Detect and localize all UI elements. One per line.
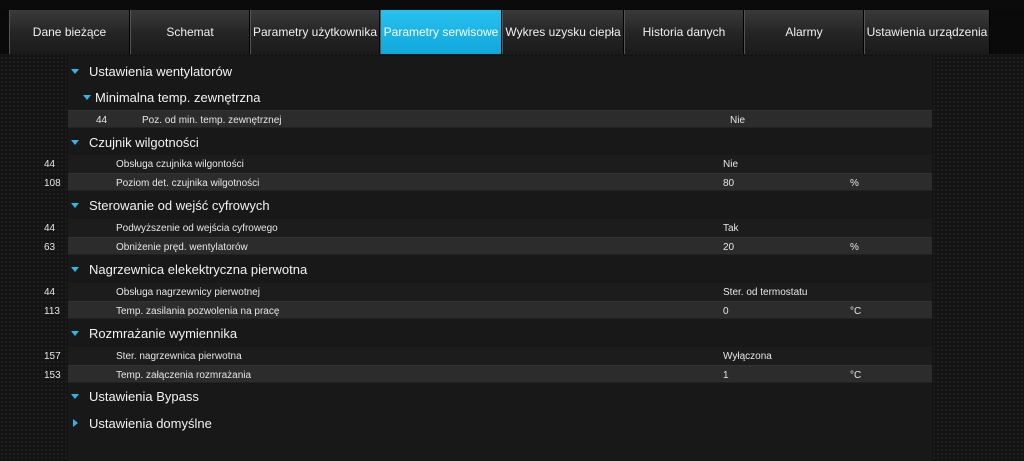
section-title: Sterowanie od wejść cyfrowych bbox=[89, 197, 270, 213]
param-name: Temp. załączenia rozmrażania bbox=[116, 370, 252, 381]
param-unit: % bbox=[850, 178, 859, 189]
table-row[interactable]: 44 Podwyższenie od wejścia cyfrowego Tak bbox=[44, 219, 932, 237]
param-value: Nie bbox=[723, 159, 739, 170]
section-default-settings[interactable]: Ustawienia domyślne bbox=[68, 412, 932, 434]
triangle-down-icon bbox=[68, 139, 82, 145]
table-row[interactable]: 63 Obniżenie pręd. wentylatorów 20 % bbox=[44, 237, 932, 255]
section-title: Nagrzewnica elekektryczna pierwotna bbox=[89, 261, 308, 277]
section-title: Minimalna temp. zewnętrzna bbox=[95, 89, 261, 105]
param-id: 44 bbox=[96, 115, 108, 126]
param-value: Ster. od termostatu bbox=[723, 287, 808, 298]
param-unit: °C bbox=[850, 370, 862, 381]
param-id: 157 bbox=[44, 351, 61, 362]
param-name: Poz. od min. temp. zewnętrznej bbox=[142, 115, 282, 126]
param-unit: °C bbox=[850, 306, 862, 317]
triangle-down-icon bbox=[68, 266, 82, 272]
param-value: Wyłączona bbox=[723, 351, 772, 362]
triangle-right-icon bbox=[68, 419, 82, 427]
section-min-outdoor-temp[interactable]: Minimalna temp. zewnętrzna bbox=[80, 86, 932, 108]
table-row[interactable]: 153 Temp. załączenia rozmrażania 1 °C bbox=[44, 365, 932, 383]
triangle-down-icon bbox=[68, 330, 82, 336]
tab-parametry-serwisowe[interactable]: Parametry serwisowe bbox=[380, 10, 502, 54]
param-name: Podwyższenie od wejścia cyfrowego bbox=[116, 223, 278, 234]
tab-historia-danych[interactable]: Historia danych bbox=[624, 10, 744, 54]
section-humidity-sensor[interactable]: Czujnik wilgotności bbox=[68, 131, 932, 153]
tab-schemat[interactable]: Schemat bbox=[130, 10, 250, 54]
tab-bar: Dane bieżące Schemat Parametry użytkowni… bbox=[0, 10, 1024, 54]
triangle-down-icon bbox=[68, 393, 82, 399]
tab-parametry-uzytkownika[interactable]: Parametry użytkownika bbox=[250, 10, 380, 54]
section-title: Rozmrażanie wymiennika bbox=[89, 325, 238, 341]
service-parameters-panel: Ustawienia wentylatorów Minimalna temp. … bbox=[44, 56, 932, 461]
param-value: 20 bbox=[723, 242, 735, 253]
table-row[interactable]: 113 Temp. zasilania pozwolenia na pracę … bbox=[44, 301, 932, 319]
section-fan-settings[interactable]: Ustawienia wentylatorów bbox=[68, 60, 932, 82]
param-value: 80 bbox=[723, 178, 735, 189]
param-id: 44 bbox=[44, 287, 56, 298]
param-name: Obsługa nagrzewnicy pierwotnej bbox=[116, 287, 260, 298]
triangle-down-icon bbox=[68, 68, 82, 74]
param-value: Tak bbox=[723, 223, 739, 234]
section-title: Czujnik wilgotności bbox=[89, 134, 199, 150]
param-value: Nie bbox=[730, 115, 746, 126]
section-title: Ustawienia domyślne bbox=[89, 415, 212, 431]
tab-alarmy[interactable]: Alarmy bbox=[744, 10, 864, 54]
tab-ustawienia-urzadzenia[interactable]: Ustawienia urządzenia bbox=[864, 10, 990, 54]
triangle-down-icon bbox=[80, 94, 94, 100]
triangle-down-icon bbox=[68, 202, 82, 208]
table-row[interactable]: 44 Obsługa nagrzewnicy pierwotnej Ster. … bbox=[44, 283, 932, 301]
param-id: 153 bbox=[44, 370, 61, 381]
param-id: 108 bbox=[44, 178, 61, 189]
param-id: 63 bbox=[44, 242, 56, 253]
param-name: Ster. nagrzewnica pierwotna bbox=[116, 351, 242, 362]
param-id: 113 bbox=[44, 306, 60, 317]
tab-dane-biezace[interactable]: Dane bieżące bbox=[9, 10, 130, 54]
section-primary-heater[interactable]: Nagrzewnica elekektryczna pierwotna bbox=[68, 258, 932, 280]
param-id: 44 bbox=[44, 159, 56, 170]
param-id: 44 bbox=[44, 223, 56, 234]
table-row[interactable]: 44 Obsługa czujnika wilgontości Nie bbox=[44, 155, 932, 173]
param-value: 0 bbox=[723, 306, 729, 317]
param-name: Temp. zasilania pozwolenia na pracę bbox=[116, 306, 280, 317]
table-row[interactable]: 108 Poziom det. czujnika wilgotności 80 … bbox=[44, 173, 932, 191]
section-title: Ustawienia Bypass bbox=[89, 388, 199, 404]
param-name: Obniżenie pręd. wentylatorów bbox=[116, 242, 248, 253]
top-bar bbox=[0, 0, 1024, 10]
section-title: Ustawienia wentylatorów bbox=[89, 63, 233, 79]
table-row[interactable]: 44 Poz. od min. temp. zewnętrznej Nie bbox=[68, 110, 932, 128]
tab-wykres-uzysku-ciepla[interactable]: Wykres uzysku ciepła bbox=[502, 10, 624, 54]
param-name: Obsługa czujnika wilgontości bbox=[116, 159, 244, 170]
param-value: 1 bbox=[723, 370, 729, 381]
section-digital-inputs[interactable]: Sterowanie od wejść cyfrowych bbox=[68, 194, 932, 216]
param-unit: % bbox=[850, 242, 859, 253]
section-bypass[interactable]: Ustawienia Bypass bbox=[68, 385, 932, 407]
section-defrost[interactable]: Rozmrażanie wymiennika bbox=[68, 322, 932, 344]
table-row[interactable]: 157 Ster. nagrzewnica pierwotna Wyłączon… bbox=[44, 347, 932, 365]
param-name: Poziom det. czujnika wilgotności bbox=[116, 178, 260, 189]
